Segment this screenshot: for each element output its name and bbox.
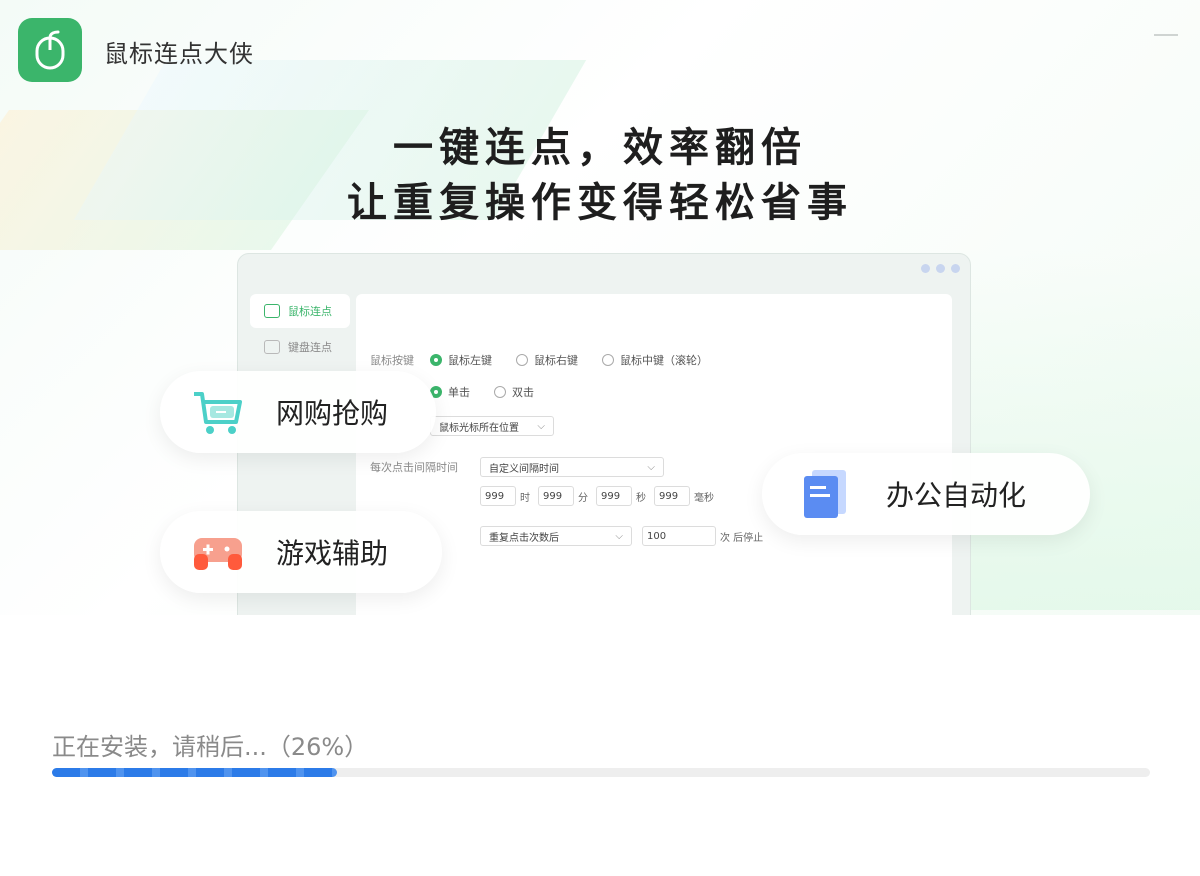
radio-checked-icon	[430, 354, 442, 366]
headline-line-1: 一键连点，效率翻倍	[393, 125, 807, 171]
feature-label: 网购抢购	[276, 397, 389, 430]
radio-middle: 鼠标中键（滚轮）	[602, 352, 708, 368]
decor-shape	[940, 250, 1200, 610]
dot-icon	[921, 264, 930, 273]
sidebar-item-label: 键盘连点	[288, 341, 332, 354]
app-title: 鼠标连点大侠	[104, 40, 254, 68]
progress-track	[52, 768, 1150, 777]
radio-label: 鼠标左键	[448, 354, 492, 367]
feature-label: 办公自动化	[886, 479, 1027, 512]
gamepad-icon	[190, 524, 246, 580]
hours-input: 999	[480, 486, 516, 506]
preview-sidebar: 鼠标连点 键盘连点	[250, 294, 350, 366]
stop-suffix: 次 后停止	[720, 532, 764, 544]
radio-left: 鼠标左键	[430, 352, 492, 368]
time-row: 999 时 999 分 999 秒 999 毫秒	[480, 486, 722, 506]
radio-label: 单击	[448, 386, 470, 399]
stop-count-input: 100	[642, 526, 716, 546]
feature-office-pill: 办公自动化	[762, 453, 1090, 535]
radio-right: 鼠标右键	[516, 352, 578, 368]
sidebar-item-label: 鼠标连点	[288, 305, 332, 318]
ms-input: 999	[654, 486, 690, 506]
headline-line-2: 让重复操作变得轻松省事	[347, 180, 853, 226]
minutes-input: 999	[538, 486, 574, 506]
position-row: 鼠标光标所在位置	[430, 416, 554, 436]
field-label: 鼠标按键	[370, 354, 414, 367]
cursor-click-icon	[264, 304, 280, 318]
radio-label: 鼠标右键	[534, 354, 578, 367]
sidebar-item-keyboard-click: 键盘连点	[250, 330, 350, 364]
radio-label: 鼠标中键（滚轮）	[620, 354, 708, 367]
interval-select: 自定义间隔时间	[480, 457, 664, 477]
unit-label: 秒	[636, 492, 646, 504]
field-label: 每次点击间隔时间	[370, 461, 458, 474]
window-dots	[921, 264, 960, 273]
radio-label: 双击	[512, 386, 534, 399]
app-logo	[18, 18, 82, 82]
feature-label: 游戏辅助	[276, 537, 389, 570]
mouse-button-row: 鼠标按键 鼠标左键 鼠标右键 鼠标中键（滚轮）	[370, 352, 732, 368]
click-type-row: 单击 双击	[430, 384, 558, 400]
position-select: 鼠标光标所在位置	[430, 416, 554, 436]
keyboard-icon	[264, 340, 280, 354]
minimize-icon[interactable]	[1154, 26, 1178, 38]
stop-row: 重复点击次数后 100 次 后停止	[480, 526, 771, 546]
mouse-icon	[35, 30, 65, 70]
install-status-text: 正在安装，请稍后...（26%）	[52, 733, 369, 761]
radio-icon	[602, 354, 614, 366]
document-icon	[798, 466, 854, 522]
unit-label: 时	[520, 492, 530, 504]
radio-single: 单击	[430, 384, 470, 400]
feature-shop-pill: 网购抢购	[160, 371, 436, 453]
feature-game-pill: 游戏辅助	[160, 511, 442, 593]
dot-icon	[936, 264, 945, 273]
interval-row: 每次点击间隔时间 自定义间隔时间	[370, 457, 664, 477]
dot-icon	[951, 264, 960, 273]
sidebar-item-mouse-click: 鼠标连点	[250, 294, 350, 328]
unit-label: 分	[578, 492, 588, 504]
stop-select: 重复点击次数后	[480, 526, 632, 546]
unit-label: 毫秒	[694, 492, 714, 504]
radio-double: 双击	[494, 384, 534, 400]
hero-banner: 鼠标连点 键盘连点 鼠标按键 鼠标左键 鼠标右键 鼠标中键（滚轮） 单击 双击 …	[0, 0, 1200, 615]
progress-fill	[52, 768, 338, 777]
cart-icon	[190, 384, 246, 440]
radio-icon	[516, 354, 528, 366]
radio-icon	[494, 386, 506, 398]
seconds-input: 999	[596, 486, 632, 506]
